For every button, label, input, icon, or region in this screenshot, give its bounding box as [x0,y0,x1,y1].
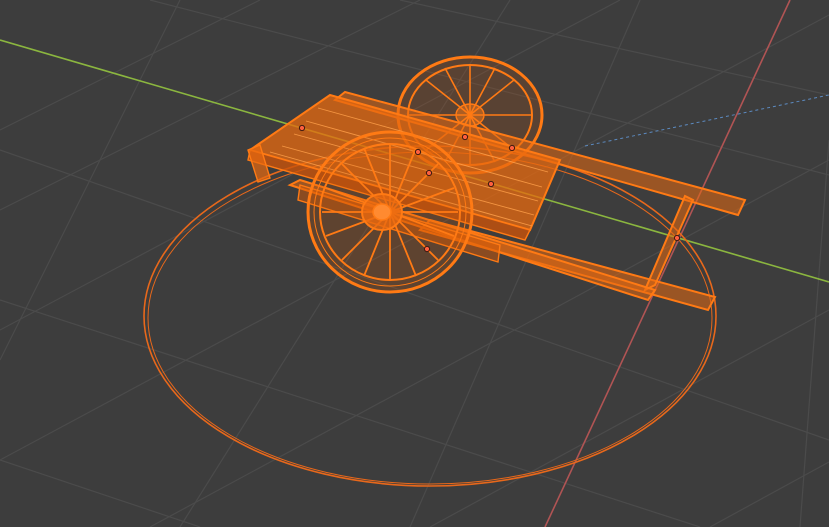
origin-point[interactable] [508,144,516,152]
dashed-view-line [584,94,829,147]
origin-point[interactable] [673,234,681,242]
origin-point[interactable] [487,180,495,188]
origin-point[interactable] [423,245,431,253]
front-wheel[interactable] [306,130,474,294]
origin-point[interactable] [425,169,433,177]
cart-model[interactable] [247,55,747,312]
origin-point[interactable] [298,124,306,132]
origin-point[interactable] [414,148,422,156]
viewport-canvas[interactable] [0,0,829,527]
3d-viewport[interactable] [0,0,829,527]
origin-point[interactable] [461,133,469,141]
